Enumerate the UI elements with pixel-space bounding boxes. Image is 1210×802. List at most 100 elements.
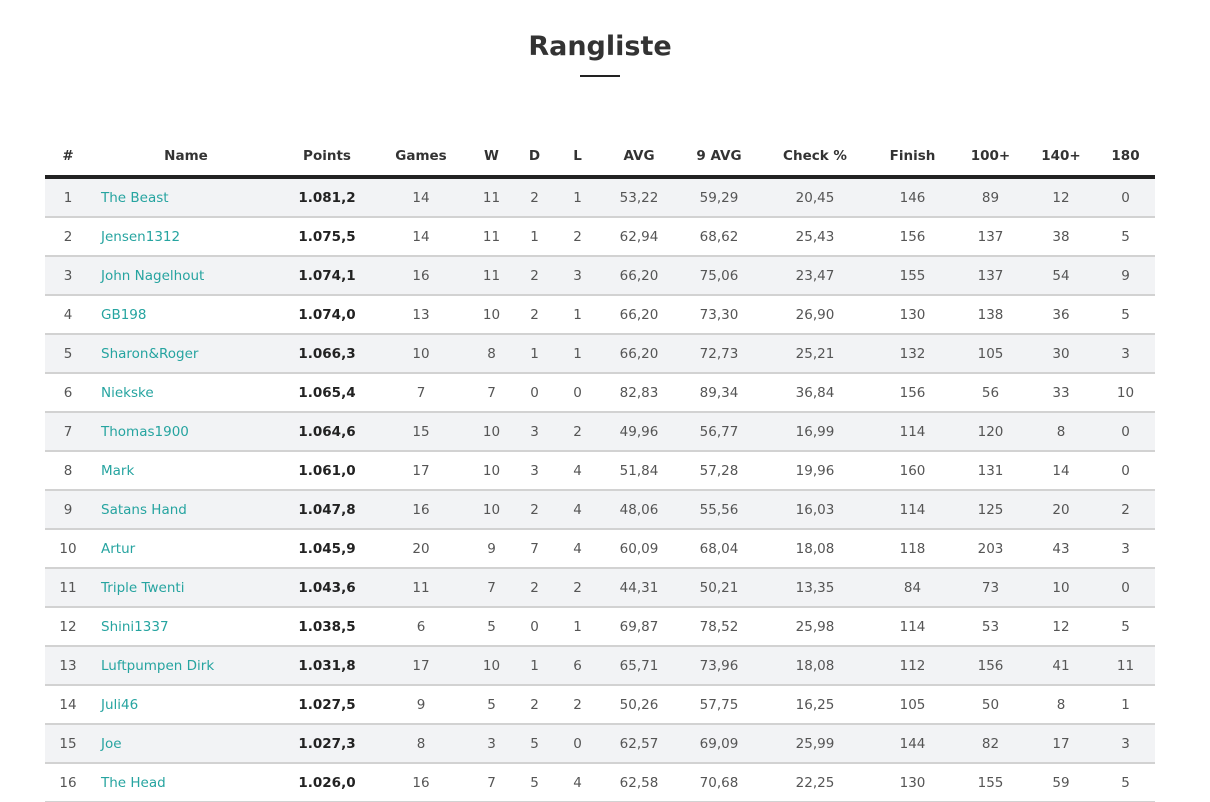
nine-avg-cell: 68,62 [678,217,760,257]
header-avg: AVG [600,137,678,179]
table-row: 5 Sharon&Roger 1.066,3 10 8 1 1 66,20 72,73 25,21… [45,334,1155,374]
page-title: Rangliste [528,31,672,62]
hundred-forty-plus-cell: 30 [1026,334,1096,374]
player-name-link[interactable]: The Beast [91,177,281,218]
table-row: 1 The Beast 1.081,2 14 11 2 1 53,22 59,29 20,45 14… [45,177,1155,218]
player-name-link[interactable]: John Nagelhout [91,256,281,296]
points-cell: 1.065,4 [281,373,373,413]
hundred-plus-cell: 105 [955,334,1026,374]
games-cell: 7 [373,373,469,413]
avg-cell: 51,84 [600,451,678,491]
hundred-plus-cell: 203 [955,529,1026,569]
player-name-link[interactable]: GB198 [91,295,281,335]
wins-cell: 11 [469,256,514,296]
check-pct-cell: 36,84 [760,373,870,413]
player-name-link[interactable]: Shini1337 [91,607,281,647]
player-name-link[interactable]: Triple Twenti [91,568,281,608]
one-eighty-cell: 0 [1096,177,1155,218]
avg-cell: 49,96 [600,412,678,452]
one-eighty-cell: 10 [1096,373,1155,413]
losses-cell: 0 [555,724,600,764]
header-180: 180 [1096,137,1155,179]
nine-avg-cell: 55,56 [678,490,760,530]
hundred-forty-plus-cell: 14 [1026,451,1096,491]
rank-cell: 14 [45,685,91,725]
player-name-link[interactable]: Sharon&Roger [91,334,281,374]
avg-cell: 65,71 [600,646,678,686]
one-eighty-cell: 5 [1096,295,1155,335]
player-name-link[interactable]: Juli46 [91,685,281,725]
nine-avg-cell: 50,21 [678,568,760,608]
header-9-avg: 9 AVG [678,137,760,179]
one-eighty-cell: 9 [1096,256,1155,296]
one-eighty-cell: 2 [1096,490,1155,530]
header-rank: # [45,137,91,179]
hundred-plus-cell: 131 [955,451,1026,491]
hundred-forty-plus-cell: 12 [1026,607,1096,647]
hundred-forty-plus-cell: 41 [1026,646,1096,686]
games-cell: 16 [373,256,469,296]
player-name-link[interactable]: Mark [91,451,281,491]
finish-cell: 156 [870,217,955,257]
player-name-link[interactable]: Joe [91,724,281,764]
check-pct-cell: 19,96 [760,451,870,491]
hundred-plus-cell: 53 [955,607,1026,647]
player-name-link[interactable]: Satans Hand [91,490,281,530]
games-cell: 11 [373,568,469,608]
finish-cell: 114 [870,412,955,452]
table-body: 1 The Beast 1.081,2 14 11 2 1 53,22 59,29 20,45 14… [45,177,1155,802]
check-pct-cell: 16,03 [760,490,870,530]
table-row: 9 Satans Hand 1.047,8 16 10 2 4 48,06 55,56 16,03… [45,490,1155,530]
hundred-forty-plus-cell: 8 [1026,412,1096,452]
rank-cell: 15 [45,724,91,764]
finish-cell: 132 [870,334,955,374]
table-row: 12 Shini1337 1.038,5 6 5 0 1 69,87 78,52 25,98 114… [45,607,1155,647]
nine-avg-cell: 73,96 [678,646,760,686]
wins-cell: 10 [469,646,514,686]
finish-cell: 105 [870,685,955,725]
rank-cell: 10 [45,529,91,569]
table-row: 8 Mark 1.061,0 17 10 3 4 51,84 57,28 19,96 160 131 1… [45,451,1155,491]
rank-cell: 8 [45,451,91,491]
wins-cell: 7 [469,373,514,413]
wins-cell: 5 [469,607,514,647]
games-cell: 10 [373,334,469,374]
hundred-plus-cell: 125 [955,490,1026,530]
wins-cell: 10 [469,412,514,452]
nine-avg-cell: 57,28 [678,451,760,491]
rank-cell: 4 [45,295,91,335]
player-name-link[interactable]: Artur [91,529,281,569]
player-name-link[interactable]: Jensen1312 [91,217,281,257]
points-cell: 1.064,6 [281,412,373,452]
check-pct-cell: 23,47 [760,256,870,296]
table-row: 7 Thomas1900 1.064,6 15 10 3 2 49,96 56,77 16,99 1… [45,412,1155,452]
rank-cell: 16 [45,763,91,802]
losses-cell: 4 [555,490,600,530]
draws-cell: 5 [514,724,555,764]
hundred-forty-plus-cell: 43 [1026,529,1096,569]
points-cell: 1.061,0 [281,451,373,491]
nine-avg-cell: 75,06 [678,256,760,296]
draws-cell: 3 [514,451,555,491]
draws-cell: 3 [514,412,555,452]
games-cell: 13 [373,295,469,335]
one-eighty-cell: 3 [1096,724,1155,764]
player-name-link[interactable]: Luftpumpen Dirk [91,646,281,686]
draws-cell: 2 [514,295,555,335]
games-cell: 9 [373,685,469,725]
wins-cell: 10 [469,490,514,530]
wins-cell: 10 [469,295,514,335]
table-row: 4 GB198 1.074,0 13 10 2 1 66,20 73,30 26,90 130 138… [45,295,1155,335]
hundred-forty-plus-cell: 38 [1026,217,1096,257]
games-cell: 14 [373,177,469,218]
player-name-link[interactable]: Niekske [91,373,281,413]
player-name-link[interactable]: Thomas1900 [91,412,281,452]
hundred-plus-cell: 137 [955,256,1026,296]
player-name-link[interactable]: The Head [91,763,281,802]
title-underline [580,75,620,77]
avg-cell: 82,83 [600,373,678,413]
finish-cell: 114 [870,607,955,647]
points-cell: 1.047,8 [281,490,373,530]
avg-cell: 62,57 [600,724,678,764]
finish-cell: 118 [870,529,955,569]
